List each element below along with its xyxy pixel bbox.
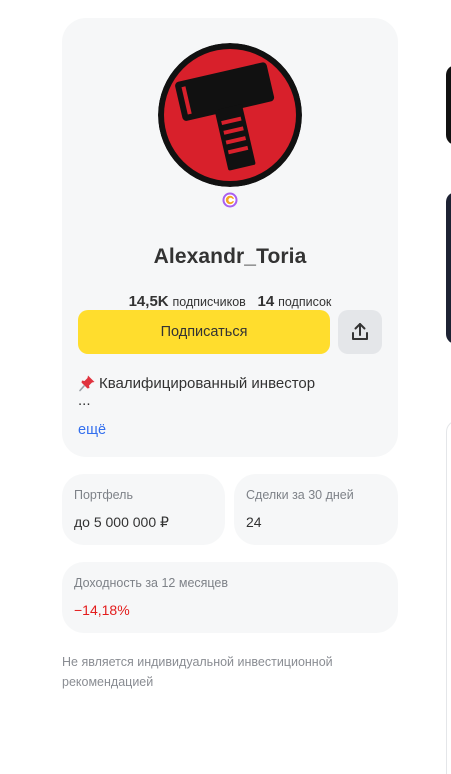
followers-label[interactable]: подписчиков: [173, 295, 246, 309]
username: Alexandr_Toria: [153, 245, 307, 268]
bio-text: Квалифицированный инвестор: [99, 374, 316, 392]
premium-c-badge-icon: [222, 192, 238, 208]
avatar[interactable]: [158, 43, 302, 187]
thor-hammer-avatar-image: [158, 43, 302, 187]
portfolio-card: Портфель до 5 000 000 ₽: [62, 474, 225, 545]
share-upload-icon: [352, 323, 368, 340]
trades-value: 24: [246, 514, 262, 530]
right-column-clipped: [446, 0, 451, 774]
show-more-link[interactable]: ещё: [78, 422, 106, 438]
follow-stats: 14,5K подписчиков 14 подписок: [62, 293, 398, 310]
portfolio-label: Портфель: [74, 488, 133, 502]
portfolio-value: до 5 000 000 ₽: [74, 514, 169, 530]
bio-ellipsis: ...: [78, 392, 91, 409]
share-button[interactable]: [338, 310, 382, 354]
following-label[interactable]: подписок: [278, 295, 331, 309]
pushpin-icon: [79, 375, 95, 392]
bio: Квалифицированный инвестор ...: [78, 372, 378, 412]
followers-count[interactable]: 14,5K: [129, 293, 169, 310]
right-thumbnail[interactable]: [446, 65, 451, 145]
yield-value: −14,18%: [74, 602, 130, 618]
following-count[interactable]: 14: [258, 293, 275, 310]
yield-card: Доходность за 12 месяцев −14,18%: [62, 562, 398, 633]
right-thumbnail[interactable]: [446, 192, 451, 344]
disclaimer: Не является индивидуальной инвестиционно…: [62, 655, 333, 689]
yield-label: Доходность за 12 месяцев: [74, 576, 229, 590]
subscribe-button[interactable]: Подписаться: [78, 310, 330, 354]
trades-label: Сделки за 30 дней: [246, 488, 354, 502]
right-card: [446, 420, 451, 774]
profile-card: Alexandr_Toria 14,5K подписчиков 14 подп…: [62, 18, 398, 457]
trades-card: Сделки за 30 дней 24: [234, 474, 398, 545]
